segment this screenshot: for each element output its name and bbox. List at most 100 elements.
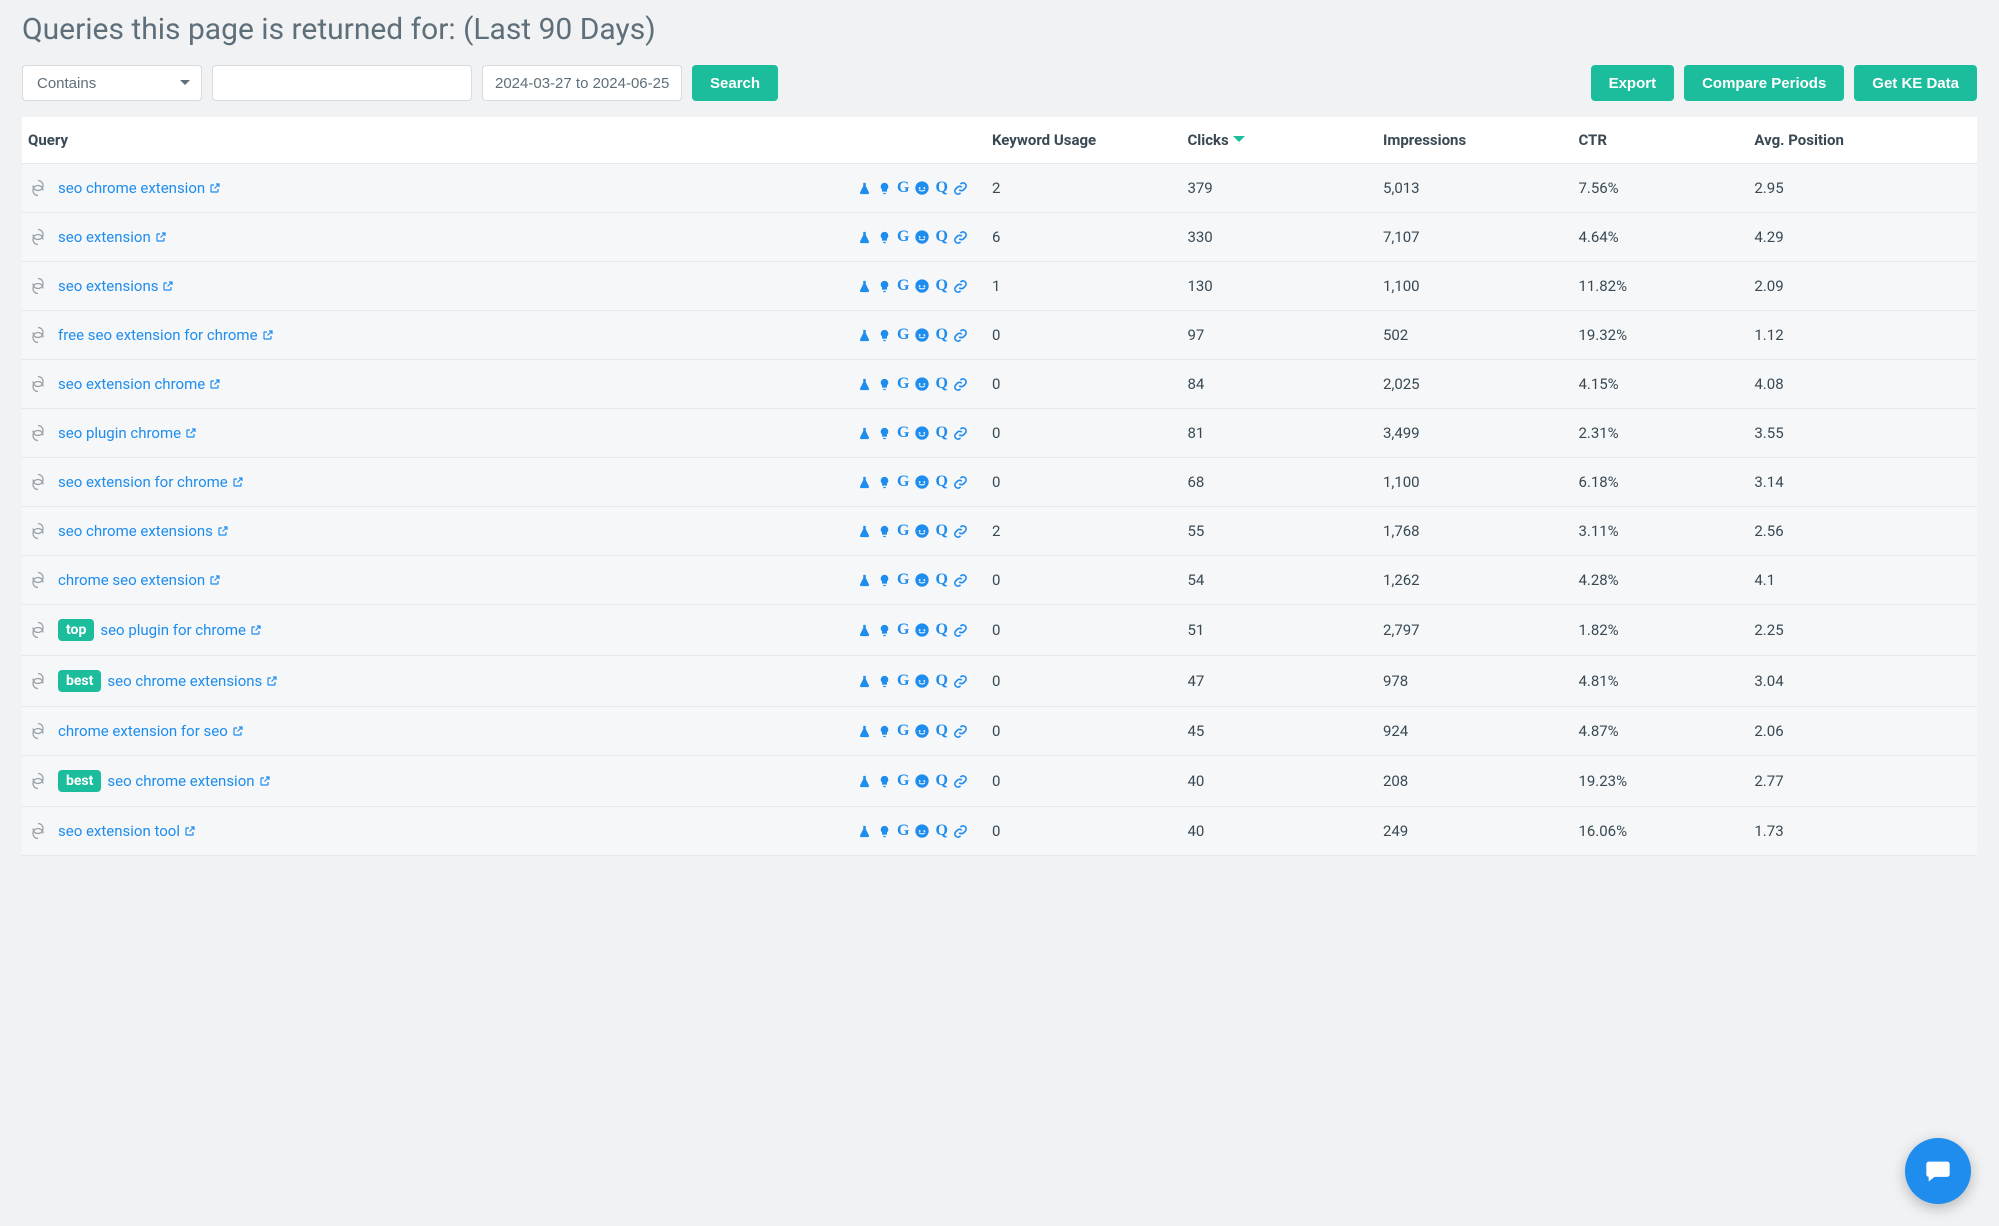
search-button[interactable]: Search <box>692 65 778 101</box>
ai-icon[interactable] <box>28 276 48 296</box>
reddit-icon[interactable] <box>914 327 930 343</box>
flask-icon[interactable] <box>857 573 872 588</box>
bulb-icon[interactable] <box>877 524 892 539</box>
bulb-icon[interactable] <box>877 623 892 638</box>
chat-fab[interactable] <box>1905 1138 1971 1204</box>
ai-icon[interactable] <box>28 472 48 492</box>
reddit-icon[interactable] <box>914 673 930 689</box>
reddit-icon[interactable] <box>914 823 930 839</box>
quora-icon[interactable]: Q <box>935 822 947 840</box>
flask-icon[interactable] <box>857 328 872 343</box>
col-query[interactable]: Query <box>22 117 980 164</box>
query-link[interactable]: seo extension for chrome <box>58 473 244 491</box>
flask-icon[interactable] <box>857 426 872 441</box>
flask-icon[interactable] <box>857 623 872 638</box>
bulb-icon[interactable] <box>877 674 892 689</box>
reddit-icon[interactable] <box>914 572 930 588</box>
google-icon[interactable]: G <box>897 473 909 491</box>
quora-icon[interactable]: Q <box>935 473 947 491</box>
reddit-icon[interactable] <box>914 278 930 294</box>
query-link[interactable]: seo chrome extension <box>58 179 221 197</box>
quora-icon[interactable]: Q <box>935 571 947 589</box>
bulb-icon[interactable] <box>877 824 892 839</box>
col-avg-position[interactable]: Avg. Position <box>1742 117 1977 164</box>
bulb-icon[interactable] <box>877 328 892 343</box>
query-link[interactable]: seo chrome extension <box>107 772 270 790</box>
flask-icon[interactable] <box>857 824 872 839</box>
ai-icon[interactable] <box>28 325 48 345</box>
ai-icon[interactable] <box>28 178 48 198</box>
reddit-icon[interactable] <box>914 425 930 441</box>
query-link[interactable]: seo chrome extensions <box>107 672 278 690</box>
quora-icon[interactable]: Q <box>935 375 947 393</box>
google-icon[interactable]: G <box>897 722 909 740</box>
bulb-icon[interactable] <box>877 475 892 490</box>
link-icon[interactable] <box>953 230 968 245</box>
ai-icon[interactable] <box>28 721 48 741</box>
col-ctr[interactable]: CTR <box>1566 117 1742 164</box>
google-icon[interactable]: G <box>897 522 909 540</box>
reddit-icon[interactable] <box>914 376 930 392</box>
col-impressions[interactable]: Impressions <box>1371 117 1567 164</box>
google-icon[interactable]: G <box>897 822 909 840</box>
query-link[interactable]: chrome seo extension <box>58 571 221 589</box>
link-icon[interactable] <box>953 377 968 392</box>
link-icon[interactable] <box>953 181 968 196</box>
link-icon[interactable] <box>953 573 968 588</box>
bulb-icon[interactable] <box>877 181 892 196</box>
link-icon[interactable] <box>953 774 968 789</box>
reddit-icon[interactable] <box>914 773 930 789</box>
ai-icon[interactable] <box>28 821 48 841</box>
google-icon[interactable]: G <box>897 228 909 246</box>
reddit-icon[interactable] <box>914 180 930 196</box>
reddit-icon[interactable] <box>914 229 930 245</box>
ai-icon[interactable] <box>28 521 48 541</box>
flask-icon[interactable] <box>857 181 872 196</box>
flask-icon[interactable] <box>857 774 872 789</box>
google-icon[interactable]: G <box>897 424 909 442</box>
flask-icon[interactable] <box>857 279 872 294</box>
link-icon[interactable] <box>953 674 968 689</box>
google-icon[interactable]: G <box>897 571 909 589</box>
col-clicks[interactable]: Clicks <box>1175 117 1371 164</box>
query-link[interactable]: seo chrome extensions <box>58 522 229 540</box>
quora-icon[interactable]: Q <box>935 179 947 197</box>
link-icon[interactable] <box>953 824 968 839</box>
bulb-icon[interactable] <box>877 230 892 245</box>
bulb-icon[interactable] <box>877 426 892 441</box>
google-icon[interactable]: G <box>897 772 909 790</box>
quora-icon[interactable]: Q <box>935 277 947 295</box>
col-keyword-usage[interactable]: Keyword Usage <box>980 117 1176 164</box>
bulb-icon[interactable] <box>877 377 892 392</box>
link-icon[interactable] <box>953 623 968 638</box>
query-link[interactable]: seo plugin chrome <box>58 424 197 442</box>
query-link[interactable]: chrome extension for seo <box>58 722 244 740</box>
reddit-icon[interactable] <box>914 622 930 638</box>
flask-icon[interactable] <box>857 230 872 245</box>
link-icon[interactable] <box>953 426 968 441</box>
query-link[interactable]: seo extension tool <box>58 822 196 840</box>
google-icon[interactable]: G <box>897 375 909 393</box>
ai-icon[interactable] <box>28 620 48 640</box>
google-icon[interactable]: G <box>897 326 909 344</box>
flask-icon[interactable] <box>857 724 872 739</box>
bulb-icon[interactable] <box>877 774 892 789</box>
ai-icon[interactable] <box>28 227 48 247</box>
link-icon[interactable] <box>953 524 968 539</box>
flask-icon[interactable] <box>857 524 872 539</box>
quora-icon[interactable]: Q <box>935 722 947 740</box>
query-link[interactable]: seo plugin for chrome <box>100 621 262 639</box>
flask-icon[interactable] <box>857 475 872 490</box>
link-icon[interactable] <box>953 724 968 739</box>
quora-icon[interactable]: Q <box>935 621 947 639</box>
get-ke-data-button[interactable]: Get KE Data <box>1854 65 1977 101</box>
google-icon[interactable]: G <box>897 179 909 197</box>
reddit-icon[interactable] <box>914 523 930 539</box>
ai-icon[interactable] <box>28 771 48 791</box>
quora-icon[interactable]: Q <box>935 424 947 442</box>
quora-icon[interactable]: Q <box>935 672 947 690</box>
match-mode-select[interactable]: Contains <box>22 65 202 101</box>
export-button[interactable]: Export <box>1591 65 1675 101</box>
bulb-icon[interactable] <box>877 279 892 294</box>
google-icon[interactable]: G <box>897 621 909 639</box>
